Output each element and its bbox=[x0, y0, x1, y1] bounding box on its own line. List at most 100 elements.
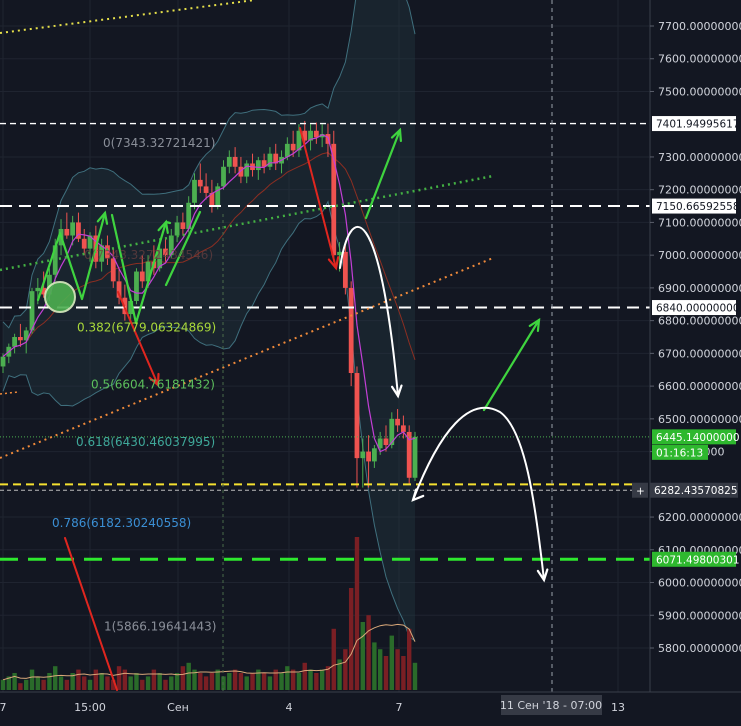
volume-bar bbox=[157, 673, 162, 690]
volume-bar bbox=[348, 588, 354, 690]
volume-bar bbox=[377, 649, 383, 690]
countdown-label: 01:16:13 bbox=[656, 447, 703, 459]
time-tick-label: 15:00 bbox=[74, 701, 106, 714]
volume-bar bbox=[232, 669, 238, 690]
volume-bar bbox=[140, 679, 145, 690]
time-axis: 7 15:00 Сен 4 7 13 11 Сен '18 - 07:00 bbox=[0, 691, 741, 726]
volume-bar bbox=[244, 676, 249, 690]
candle-body bbox=[174, 222, 180, 236]
price-tick-label: 7100.00000000 bbox=[658, 216, 741, 229]
volume-bar bbox=[389, 635, 394, 690]
plus-icon: + bbox=[636, 486, 645, 498]
volume-bar bbox=[406, 628, 412, 690]
volume-bar bbox=[99, 673, 104, 690]
volume-bar bbox=[87, 679, 93, 690]
volume-bar bbox=[64, 679, 70, 690]
wave-arrow-red bbox=[64, 537, 118, 691]
volume-bar bbox=[145, 676, 151, 690]
volume-bar bbox=[0, 679, 6, 690]
volume-bar bbox=[163, 679, 168, 690]
price-tag-label: 6282.43570825 bbox=[654, 485, 738, 497]
candle-body bbox=[70, 222, 76, 236]
price-tick-label: 6700.00000000 bbox=[658, 347, 741, 360]
candle-body bbox=[383, 438, 389, 446]
price-tick-label: 6000.00000000 bbox=[658, 577, 741, 590]
volume-bar bbox=[279, 673, 284, 690]
candle-body bbox=[221, 166, 226, 187]
price-tick-label: 7000.00000000 bbox=[658, 249, 741, 262]
price-tick-label: 6800.00000000 bbox=[658, 315, 741, 328]
candle-body bbox=[366, 451, 371, 462]
fib-level-label: 1(5866.19641443) bbox=[104, 619, 216, 633]
candle-body bbox=[255, 160, 261, 171]
volume-bar bbox=[128, 676, 133, 690]
candle-body bbox=[203, 186, 209, 193]
fib-level-label: 0.5(6604.76181432) bbox=[91, 377, 215, 391]
candle-body bbox=[12, 337, 18, 347]
candle-body bbox=[284, 143, 290, 157]
crosshair-time-label: 11 Сен '18 - 07:00 bbox=[500, 699, 602, 712]
price-tick-label: 5800.00000000 bbox=[658, 642, 741, 655]
volume-bar bbox=[209, 673, 215, 690]
candle-body bbox=[412, 436, 418, 478]
volume-bar bbox=[105, 676, 110, 690]
fib-partial-label: 1434546) bbox=[155, 248, 213, 262]
fib-level-label: 0.382(6779.06324869) bbox=[77, 321, 216, 335]
candle-body bbox=[35, 287, 41, 292]
fib-level-label: 0.618(6430.46037995) bbox=[76, 435, 215, 449]
volume-bar bbox=[261, 673, 267, 690]
candle-body bbox=[354, 373, 360, 459]
volume-bar bbox=[76, 669, 81, 690]
fib-level-label: 0.786(6182.30240558) bbox=[52, 516, 191, 530]
volume-bar bbox=[169, 676, 174, 690]
volume-bar bbox=[82, 676, 87, 690]
volume-bar bbox=[296, 673, 302, 690]
candle-body bbox=[197, 179, 203, 187]
candle-body bbox=[64, 228, 70, 236]
candle-body bbox=[139, 271, 145, 282]
fib-level-label: 0(7343.32721421) bbox=[103, 136, 215, 150]
volume-bar bbox=[93, 669, 99, 690]
wave-arrow-green bbox=[482, 318, 541, 412]
price-chart[interactable]: 0(7343.32721421) 0.382(6779.06324869) 0.5(… bbox=[0, 0, 741, 726]
candle-body bbox=[226, 156, 232, 167]
price-tick-label: 7300.00000000 bbox=[658, 151, 741, 164]
price-tick-label: 6200.00000000 bbox=[658, 511, 741, 524]
candle-body bbox=[192, 179, 197, 203]
price-tick-label: 7200.00000000 bbox=[658, 184, 741, 197]
candle-body bbox=[244, 163, 250, 177]
volume-bar bbox=[343, 649, 348, 690]
volume-bar bbox=[53, 666, 58, 690]
candle-body bbox=[348, 287, 354, 374]
trend-line-yellow bbox=[0, 0, 256, 34]
time-tick-label: 7 bbox=[0, 701, 7, 714]
price-tag-label: 7150.66592558 bbox=[656, 201, 740, 213]
time-tick-label: 13 bbox=[611, 701, 625, 714]
candle-body bbox=[18, 337, 23, 341]
fib-partial-label: 0(7343.3272 bbox=[84, 248, 161, 262]
volume-bar bbox=[12, 673, 17, 690]
time-tick-label: 7 bbox=[396, 701, 403, 714]
price-tick-label: 6900.00000000 bbox=[658, 282, 741, 295]
price-tag-label: 6840.00000000 bbox=[656, 303, 740, 315]
candle-body bbox=[232, 156, 238, 167]
volume-bar bbox=[314, 673, 319, 690]
volume-bar bbox=[238, 673, 244, 690]
volume-bar bbox=[360, 622, 365, 690]
price-tag-label: 6071.49800301 bbox=[656, 554, 740, 566]
volume-bar bbox=[267, 676, 273, 690]
candle-body bbox=[395, 418, 400, 426]
candle-body bbox=[400, 425, 406, 432]
price-tick-label: 5900.00000000 bbox=[658, 609, 741, 622]
price-tick-label: 7500.00000000 bbox=[658, 85, 741, 98]
volume-bar bbox=[35, 676, 41, 690]
volume-bar bbox=[198, 673, 203, 690]
volume-bar bbox=[354, 537, 360, 690]
volume-bar bbox=[372, 642, 377, 690]
candle-body bbox=[290, 143, 296, 151]
price-axis: 7700.00000000 7600.00000000 7500.00000000 7… bbox=[632, 0, 741, 726]
volume-bar bbox=[412, 662, 418, 690]
volume-bar bbox=[47, 673, 52, 690]
price-tick-label: 6600.00000000 bbox=[658, 380, 741, 393]
volume-bar bbox=[215, 669, 220, 690]
